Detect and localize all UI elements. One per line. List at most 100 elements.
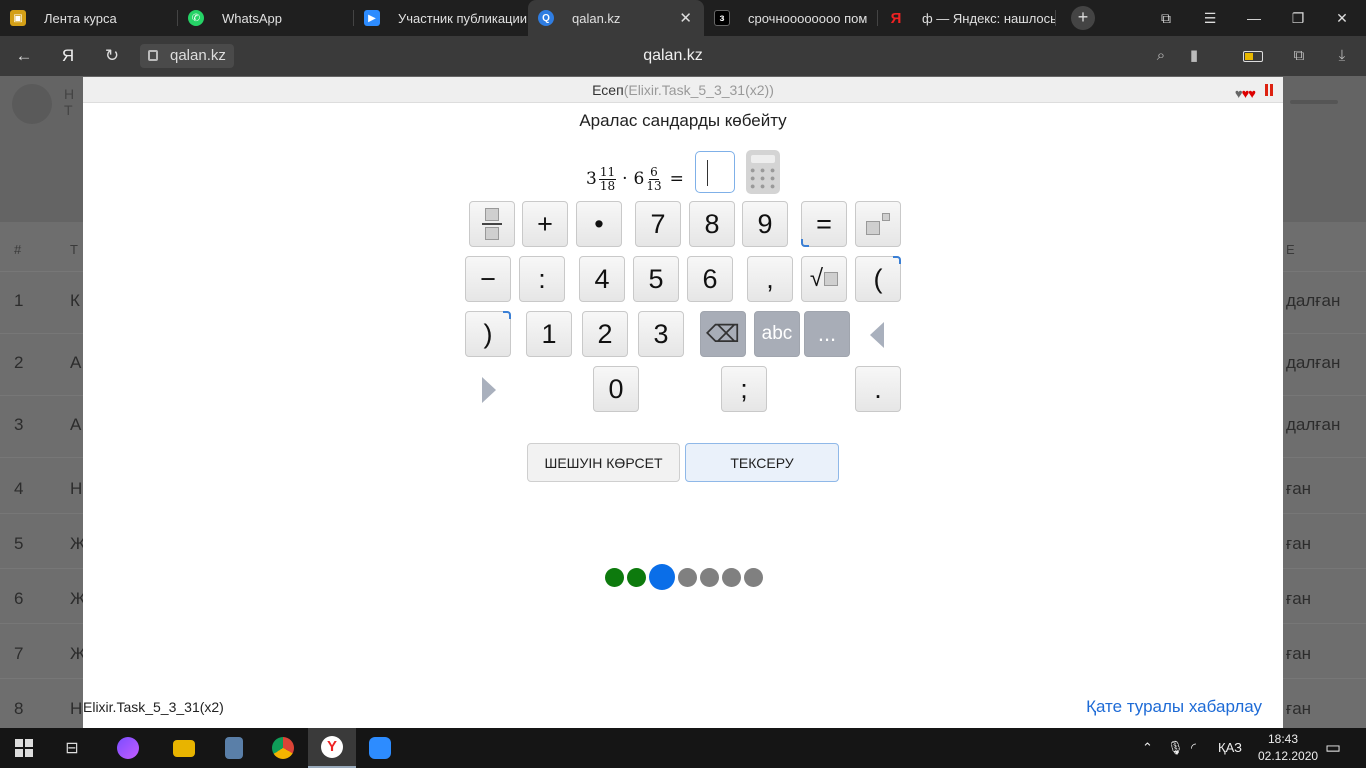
progress-dot-current [649,564,675,590]
key-fraction[interactable] [469,201,515,247]
battery-icon[interactable] [1241,44,1265,68]
url-field[interactable]: qalan.kz [140,44,234,68]
zoom-icon: ▶ [364,10,380,26]
power-icon [866,213,890,235]
zoom-search-icon[interactable]: ⌕ [1149,44,1173,68]
tab-whatsapp[interactable]: ✆ WhatsApp [178,0,354,36]
yandex-home-icon[interactable]: Я [56,44,80,68]
key-more[interactable]: ... [804,311,850,357]
key-multiply[interactable]: • [576,201,622,247]
key-8[interactable]: 8 [689,201,735,247]
backspace-icon: ⌫ [706,320,740,348]
key-backspace[interactable]: ⌫ [700,311,746,357]
tab-label: Участник публикации [398,10,528,26]
key-left-paren[interactable]: ( [855,256,901,302]
key-abc[interactable]: abc [754,311,800,357]
key-7[interactable]: 7 [635,201,681,247]
avatar [12,84,52,124]
key-divide[interactable]: : [519,256,565,302]
task-view-icon[interactable]: ⊟ [48,728,96,768]
system-clock[interactable]: 18:43 02.12.2020 [1258,731,1318,765]
background-col-right: Е [1286,242,1295,257]
show-hidden-icons-icon[interactable]: ⌃ [1142,728,1153,768]
bookmark-icon[interactable]: ▮ [1182,44,1206,68]
tab-label: срочноооооооо пом [748,10,868,26]
answer-input[interactable] [695,151,735,193]
tab-zoom[interactable]: ▶ Участник публикации [354,0,528,36]
pause-icon[interactable] [1265,84,1273,96]
check-button[interactable]: ТЕКСЕРУ [685,443,839,482]
cursor-right-icon[interactable] [482,377,496,403]
tab-label: Лента курса [44,10,117,26]
text-caret [707,160,708,186]
calculator-icon[interactable]: ● ● ● ● ● ● ● ● ● [746,150,780,194]
course-feed-icon: ▣ [10,10,26,26]
tab-label: ф — Яндекс: нашлось [922,10,1056,26]
zoom-app-icon[interactable] [356,728,404,768]
microphone-icon[interactable]: 🎙 [1167,728,1184,768]
lives-hearts-icon: ♥♥♥ [1234,86,1256,101]
file-explorer-icon[interactable] [160,728,208,768]
key-minus[interactable]: − [465,256,511,302]
background-user-name: НТ [64,86,75,118]
new-tab-button[interactable]: + [1071,6,1095,30]
progress-dot [744,567,763,587]
key-3[interactable]: 3 [638,311,684,357]
qalan-icon: Q [538,10,554,26]
key-9[interactable]: 9 [742,201,788,247]
chrome-icon[interactable] [259,728,307,768]
tab-course-feed[interactable]: ▣ Лента курса [0,0,178,36]
close-window-icon[interactable]: ✕ [1320,0,1364,36]
key-right-paren[interactable]: ) [465,311,511,357]
znanija-icon: з [714,10,730,26]
key-6[interactable]: 6 [687,256,733,302]
expr-b-whole: 6 [633,169,645,189]
cursor-left-icon[interactable] [870,322,884,348]
key-semicolon[interactable]: ; [721,366,767,412]
progress-dot [700,567,719,587]
input-language[interactable]: ҚАЗ [1218,728,1242,768]
tab-qalan[interactable]: Q qalan.kz ✕ [528,0,704,36]
key-2[interactable]: 2 [582,311,628,357]
downloads-icon[interactable]: ⤓ [1330,44,1354,68]
yandex-icon: Я [890,9,902,27]
report-error-link[interactable]: Қате туралы хабарлау [1086,697,1262,717]
collections-icon[interactable]: ⧉ [1287,44,1311,68]
address-bar: qalan.kz ← Я ↻ qalan.kz ⌕ ▮ ⧉ ⤓ [0,36,1366,76]
key-comma[interactable]: , [747,256,793,302]
task-title: Аралас сандарды көбейту [579,111,787,130]
key-power[interactable] [855,201,901,247]
tab-yandex-search[interactable]: Я ф — Яндекс: нашлось [878,0,1056,36]
close-tab-icon[interactable]: ✕ [679,9,692,27]
tabs-collection-icon[interactable]: ⧉ [1144,0,1188,36]
key-sqrt[interactable]: √ [801,256,847,302]
key-0[interactable]: 0 [593,366,639,412]
show-solution-button[interactable]: ШЕШУІН КӨРСЕТ [527,443,680,482]
windows-start-icon[interactable] [0,728,48,768]
notifications-icon[interactable]: ▭ [1325,728,1341,768]
minimize-icon[interactable]: — [1232,0,1276,36]
yandex-browser-icon[interactable]: Y [308,728,356,768]
back-icon[interactable]: ← [12,44,36,68]
menu-icon[interactable]: ☰ [1188,0,1232,36]
key-plus[interactable]: + [522,201,568,247]
progress-dot [678,567,697,587]
key-period[interactable]: . [855,366,901,412]
task-id: (Elixir.Task_5_3_31(x2)) [623,82,774,98]
tab-znanija[interactable]: з срочноооооооо пом [704,0,878,36]
restore-icon[interactable]: ❐ [1276,0,1320,36]
expr-a-fraction: 11 18 [598,164,617,193]
url-text: qalan.kz [170,47,226,64]
calculator-app-icon[interactable] [210,728,258,768]
key-1[interactable]: 1 [526,311,572,357]
network-icon[interactable]: ◜ [1191,728,1196,768]
key-5[interactable]: 5 [633,256,679,302]
expr-equals: = [669,169,684,189]
reload-icon[interactable]: ↻ [100,44,124,68]
alice-assistant-icon[interactable] [104,728,152,768]
expr-b-fraction: 6 13 [646,164,662,193]
tab-label: WhatsApp [222,10,282,26]
key-4[interactable]: 4 [579,256,625,302]
key-equals[interactable]: = [801,201,847,247]
tab-label: qalan.kz [572,10,621,26]
